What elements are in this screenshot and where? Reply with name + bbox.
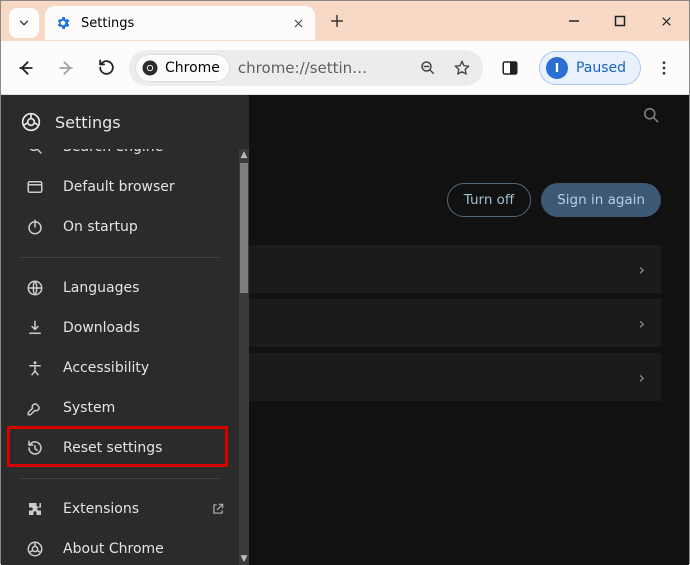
reload-icon (97, 58, 116, 77)
scrollbar-thumb[interactable] (240, 163, 248, 293)
restore-icon (25, 439, 45, 457)
puzzle-icon (25, 500, 45, 518)
back-button[interactable] (9, 51, 43, 85)
sidebar-scroll: Search engine Default browser On startup… (1, 149, 249, 565)
titlebar: Settings (1, 1, 689, 41)
sidebar-item-label: Reset settings (63, 440, 162, 456)
gear-icon (55, 15, 71, 31)
sidebar-item-search-engine[interactable]: Search engine (1, 149, 239, 167)
sidebar-item-label: About Chrome (63, 541, 164, 557)
chevron-right-icon: › (639, 314, 645, 333)
profile-paused-chip[interactable]: I Paused (539, 51, 641, 85)
search-icon (641, 105, 661, 125)
tab-title: Settings (81, 16, 281, 31)
search-icon (25, 149, 45, 156)
tab-close-button[interactable] (291, 16, 305, 30)
browser-icon (25, 178, 45, 196)
url-text: chrome://settin… (238, 59, 409, 77)
sidebar-item-label: Default browser (63, 179, 175, 195)
maximize-button[interactable] (597, 1, 643, 41)
settings-title: Settings (55, 113, 121, 132)
scrollbar-up-arrow[interactable]: ▲ (239, 149, 249, 161)
browser-toolbar: Chrome chrome://settin… I Paused (1, 41, 689, 95)
sidebar-item-label: Accessibility (63, 360, 149, 376)
close-icon (660, 15, 673, 28)
zoom-indicator[interactable] (413, 53, 443, 83)
maximize-icon (614, 15, 626, 27)
sidebar-item-label: Languages (63, 280, 139, 296)
menu-button[interactable] (647, 51, 681, 85)
sidebar-divider (21, 257, 219, 258)
zoom-icon (419, 59, 437, 77)
bookmark-button[interactable] (447, 53, 477, 83)
avatar: I (546, 57, 568, 79)
forward-button[interactable] (49, 51, 83, 85)
plus-icon (329, 13, 345, 29)
reload-button[interactable] (89, 51, 123, 85)
window-controls (551, 1, 689, 41)
sidebar-divider (21, 478, 219, 479)
search-settings-button[interactable] (641, 105, 661, 125)
chevron-down-icon (17, 16, 31, 30)
chrome-icon (21, 112, 41, 132)
settings-row[interactable]: › (249, 245, 661, 293)
sidebar-scrollbar[interactable]: ▲ ▼ (239, 149, 249, 565)
sidebar-item-label: System (63, 400, 115, 416)
wrench-icon (25, 399, 45, 417)
sidebar-item-default-browser[interactable]: Default browser (1, 167, 239, 207)
sidebar-item-downloads[interactable]: Downloads (1, 308, 239, 348)
chrome-icon (25, 540, 45, 558)
sidebar-item-on-startup[interactable]: On startup (1, 207, 239, 247)
turn-off-button[interactable]: Turn off (447, 183, 531, 217)
settings-row[interactable]: › (249, 299, 661, 347)
settings-sidebar: Settings Search engine Default browser O… (1, 95, 249, 565)
paused-label: Paused (576, 60, 626, 76)
sidebar-item-accessibility[interactable]: Accessibility (1, 348, 239, 388)
close-icon (293, 18, 304, 29)
accessibility-icon (25, 359, 45, 377)
sidebar-item-label: Downloads (63, 320, 140, 336)
sidebar-item-about-chrome[interactable]: About Chrome (1, 529, 239, 565)
sidebar-item-languages[interactable]: Languages (1, 268, 239, 308)
chevron-right-icon: › (639, 368, 645, 387)
browser-tab[interactable]: Settings (45, 6, 315, 40)
sidebar-item-extensions[interactable]: Extensions (1, 489, 239, 529)
download-icon (25, 319, 45, 337)
site-chip-label: Chrome (165, 60, 220, 76)
minimize-button[interactable] (551, 1, 597, 41)
settings-main: Turn off Sign in again › › › (249, 95, 689, 565)
omnibox[interactable]: Chrome chrome://settin… (129, 50, 483, 86)
sidebar-item-label: On startup (63, 219, 138, 235)
sign-in-again-button[interactable]: Sign in again (541, 183, 661, 217)
arrow-right-icon (56, 58, 76, 78)
new-tab-button[interactable] (321, 5, 353, 37)
open-external-icon (211, 502, 225, 516)
settings-row[interactable]: › (249, 353, 661, 401)
sync-action-row: Turn off Sign in again (447, 183, 661, 217)
sidebar-item-label: Extensions (63, 501, 139, 517)
chevron-right-icon: › (639, 260, 645, 279)
tab-search-dropdown[interactable] (9, 8, 39, 38)
globe-icon (25, 279, 45, 297)
sidebar-item-label: Search engine (63, 149, 163, 155)
panel-icon (501, 59, 519, 77)
power-icon (25, 218, 45, 236)
side-panel-button[interactable] (493, 51, 527, 85)
arrow-left-icon (16, 58, 36, 78)
more-vert-icon (655, 59, 673, 77)
chrome-icon (141, 59, 159, 77)
sidebar-item-reset-settings[interactable]: Reset settings (1, 428, 239, 468)
close-window-button[interactable] (643, 1, 689, 41)
sidebar-item-system[interactable]: System (1, 388, 239, 428)
minimize-icon (568, 15, 580, 27)
site-chip[interactable]: Chrome (135, 54, 230, 82)
settings-header: Settings (1, 95, 249, 149)
content-area: Settings Search engine Default browser O… (1, 95, 689, 565)
star-icon (453, 59, 471, 77)
scrollbar-down-arrow[interactable]: ▼ (239, 553, 249, 565)
